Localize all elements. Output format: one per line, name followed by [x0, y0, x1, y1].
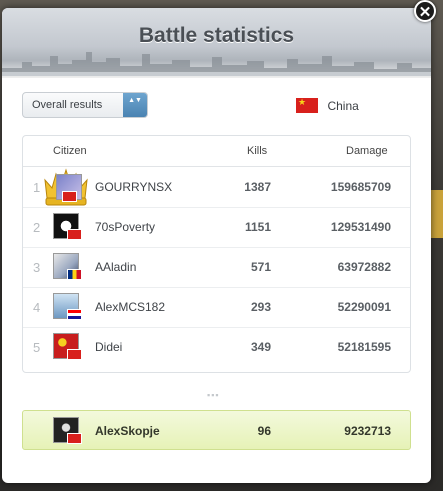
column-header-kills: Kills: [247, 145, 268, 157]
china-flag-icon: [62, 191, 77, 202]
kills-value: 293: [250, 300, 271, 314]
rank-number: 2: [33, 220, 41, 235]
croatia-flag-icon: [67, 309, 82, 320]
more-rows-separator: ▪▪▪: [207, 390, 220, 400]
statistics-table: Citizen Kills Damage 1 GOURRYNSX 1387 15…: [22, 135, 411, 373]
kills-value: 1387: [244, 180, 271, 194]
filter-label: Overall results: [32, 99, 103, 111]
romania-flag-icon: [67, 269, 82, 280]
table-row: 5 Didei 349 52181595: [23, 327, 410, 367]
citizen-name-link[interactable]: Didei: [95, 340, 122, 354]
battle-statistics-modal: Battle statistics Overall results ▲▼ Chi…: [2, 8, 431, 483]
dropdown-arrows-icon[interactable]: ▲▼: [123, 93, 147, 117]
table-row: 4 AlexMCS182 293 52290091: [23, 287, 410, 328]
background-panel-edge: [431, 190, 443, 238]
citizen-name-link[interactable]: AlexSkopje: [95, 424, 160, 438]
citizen-name-link[interactable]: 70sPoverty: [95, 220, 155, 234]
table-row: 2 70sPoverty 1151 129531490: [23, 207, 410, 248]
damage-value: 63972882: [337, 260, 391, 274]
kills-value: 349: [250, 340, 271, 354]
country-name: China: [327, 98, 359, 113]
citizen-name-link[interactable]: GOURRYNSX: [95, 180, 172, 194]
china-flag-icon: [67, 229, 82, 240]
current-user-row: AlexSkopje 96 9232713: [22, 410, 411, 450]
close-icon[interactable]: ✕: [414, 0, 436, 22]
citizen-name-link[interactable]: AlexMCS182: [95, 300, 165, 314]
country-indicator: China: [296, 97, 359, 115]
china-flag-icon: [67, 433, 82, 444]
table-header: Citizen Kills Damage: [23, 136, 410, 167]
results-filter-dropdown[interactable]: Overall results ▲▼: [22, 92, 148, 118]
kills-value: 96: [257, 424, 271, 438]
china-flag-icon: [296, 97, 318, 114]
damage-value: 129531490: [330, 220, 391, 234]
table-row: 1 GOURRYNSX 1387 159685709: [23, 167, 410, 208]
rank-number: 3: [33, 260, 41, 275]
kills-value: 571: [250, 260, 271, 274]
kills-value: 1151: [244, 220, 271, 234]
rank-number: 1: [33, 180, 41, 195]
modal-title: Battle statistics: [138, 24, 295, 47]
column-header-damage: Damage: [346, 145, 388, 157]
citizen-name-link[interactable]: AAladin: [95, 260, 136, 274]
rank-number: 5: [33, 340, 41, 355]
rank-number: 4: [33, 300, 41, 315]
damage-value: 52181595: [337, 340, 391, 354]
table-row: 3 AAladin 571 63972882: [23, 247, 410, 288]
modal-header: Battle statistics: [2, 8, 431, 78]
china-flag-icon: [67, 349, 82, 360]
damage-value: 159685709: [330, 180, 391, 194]
column-header-citizen: Citizen: [53, 145, 87, 157]
damage-value: 52290091: [337, 300, 391, 314]
damage-value: 9232713: [344, 424, 391, 438]
